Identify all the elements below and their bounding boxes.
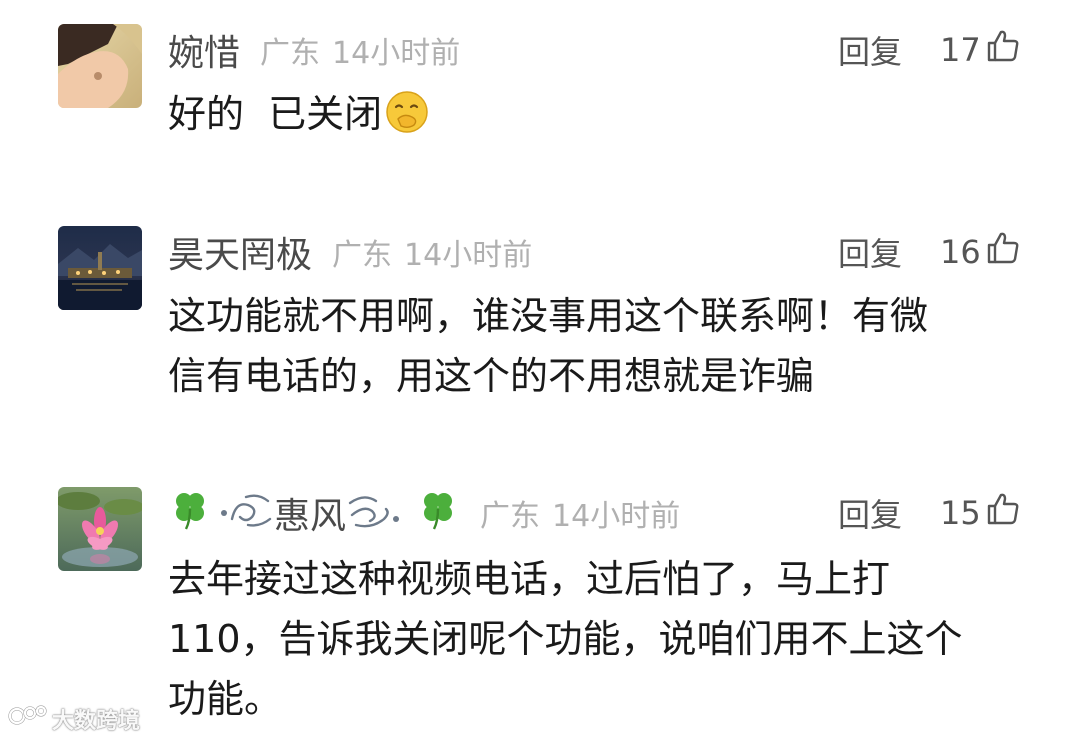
thumbs-up-icon [981,230,1021,274]
avatar[interactable] [58,487,142,571]
watermark-logo-icon [8,703,52,735]
location-label: 广东 [260,36,321,71]
comment-text: 好的 已关闭 [168,84,1018,152]
comment-item: 惠风 广东 14小时前 回复 15 去年接过这种视频电话，过后怕了，马上打 11… [0,483,1080,723]
timestamp: 14小时前 [552,499,681,534]
flourish-icon [346,489,406,538]
reply-button[interactable]: 回复 [838,222,902,282]
clover-icon [416,487,460,540]
comment-text: 去年接过这种视频电话，过后怕了，马上打 110，告诉我关闭呢个功能，说咱们用不上… [168,549,1018,729]
like-count: 15 [940,494,981,532]
watermark-text: 大数跨境 [52,709,141,734]
comment-text-line: 信有电话的，用这个的不用想就是诈骗 [168,354,815,398]
thumbs-up-icon [981,28,1021,72]
avatar[interactable] [58,24,142,108]
like-count: 16 [940,233,981,271]
watermark: 大数跨境 [8,703,140,735]
like-button[interactable]: 15 [940,483,1021,543]
username[interactable]: 婉惜 [168,24,240,76]
timestamp: 14小时前 [404,238,533,273]
comment-item: 昊天罔极 广东 14小时前 回复 16 这功能就不用啊，谁没事用这个联系啊！有微… [0,222,1080,412]
comment-text-line: 功能。 [168,677,283,721]
timestamp: 14小时前 [332,36,461,71]
reply-button[interactable]: 回复 [838,20,902,80]
like-button[interactable]: 16 [940,222,1021,282]
username: 惠风 [274,496,347,537]
comment-text-line: 这功能就不用啊，谁没事用这个联系啊！有微 [168,294,929,338]
comment-item: 婉惜 广东 14小时前 回复 17 好的 已关闭 [0,20,1080,170]
username-decorated[interactable]: 惠风 [168,487,460,540]
like-count: 17 [940,31,981,69]
location-label: 广东 [332,238,393,273]
clover-icon [168,487,212,540]
avatar[interactable] [58,226,142,310]
thumbs-up-icon [981,491,1021,535]
reply-button[interactable]: 回复 [838,483,902,543]
location-label: 广东 [480,499,541,534]
comment-text-line: 好的 已关闭 [168,92,383,136]
like-button[interactable]: 17 [940,20,1021,80]
hand-over-mouth-emoji [384,89,430,152]
comment-text: 这功能就不用啊，谁没事用这个联系啊！有微 信有电话的，用这个的不用想就是诈骗 [168,286,1018,406]
comment-text-line: 去年接过这种视频电话，过后怕了，马上打 [168,557,891,601]
flourish-icon [218,489,274,538]
username[interactable]: 昊天罔极 [168,226,312,278]
comment-text-line: 110，告诉我关闭呢个功能，说咱们用不上这个 [168,617,963,661]
